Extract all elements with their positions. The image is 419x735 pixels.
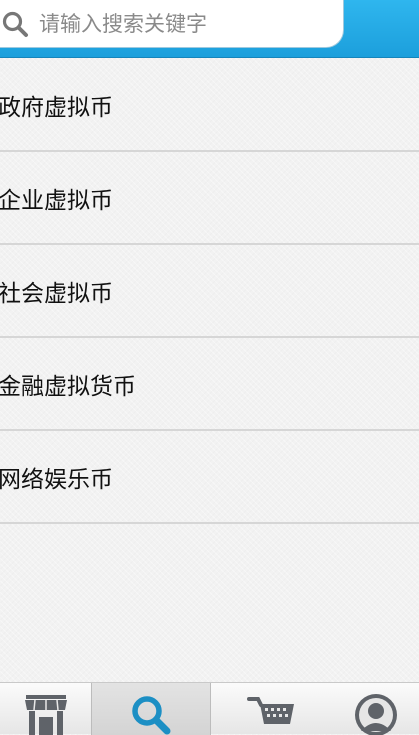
list-item[interactable]: 企业虚拟币 [0,152,419,245]
list-item[interactable]: 金融虚拟货币 [0,338,419,431]
list-item[interactable]: 社会虚拟币 [0,245,419,338]
search-header [0,0,419,58]
tab-cart[interactable] [211,683,332,735]
cart-icon [246,697,294,724]
store-icon [24,695,67,735]
bottom-tab-bar [0,682,419,735]
tab-profile[interactable] [332,683,419,735]
list-item[interactable]: 网络娱乐币 [0,431,419,524]
tab-store[interactable] [0,683,91,735]
tab-search[interactable] [91,683,211,735]
search-icon [132,696,171,735]
list-item-label: 政府虚拟币 [0,94,113,121]
category-list: 政府虚拟币 企业虚拟币 社会虚拟币 金融虚拟货币 网络娱乐币 [0,59,419,524]
list-item-label: 网络娱乐币 [0,466,113,493]
list-item-label: 企业虚拟币 [0,187,113,214]
search-icon [1,10,29,38]
list-item-label: 金融虚拟货币 [0,373,136,400]
list-item-label: 社会虚拟币 [0,280,113,307]
search-input[interactable] [39,11,329,36]
list-item[interactable]: 政府虚拟币 [0,59,419,152]
user-icon [354,694,397,735]
search-box[interactable] [0,0,344,48]
